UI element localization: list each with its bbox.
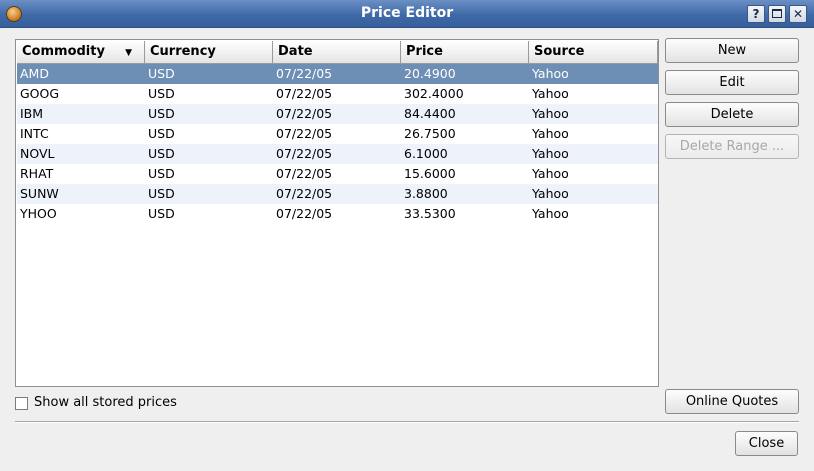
price-table[interactable]: Commodity ▼ Currency Date Price Source A… <box>15 39 659 387</box>
table-row[interactable]: RHAT USD 07/22/05 15.6000 Yahoo <box>17 164 658 184</box>
table-body: AMD USD 07/22/05 20.4900 Yahoo GOOG USD … <box>17 64 658 224</box>
edit-button[interactable]: Edit <box>665 70 799 95</box>
cell-date: 07/22/05 <box>276 66 333 81</box>
cell-price: 3.8800 <box>404 186 448 201</box>
cell-source: Yahoo <box>532 106 569 121</box>
price-editor-window: Price Editor ? ✕ Commodity ▼ Currency Da… <box>0 0 814 471</box>
delete-button[interactable]: Delete <box>665 102 799 127</box>
cell-price: 6.1000 <box>404 146 448 161</box>
table-header: Commodity ▼ Currency Date Price Source <box>17 41 658 64</box>
maximize-button[interactable] <box>768 5 786 23</box>
cell-source: Yahoo <box>532 166 569 181</box>
close-button[interactable]: Close <box>735 431 798 456</box>
cell-commodity: INTC <box>20 126 49 141</box>
cell-date: 07/22/05 <box>276 86 333 101</box>
column-header-date[interactable]: Date <box>273 41 401 64</box>
cell-currency: USD <box>148 166 175 181</box>
table-row[interactable]: IBM USD 07/22/05 84.4400 Yahoo <box>17 104 658 124</box>
cell-date: 07/22/05 <box>276 146 333 161</box>
table-row[interactable]: GOOG USD 07/22/05 302.4000 Yahoo <box>17 84 658 104</box>
delete-range-button[interactable]: Delete Range ... <box>665 134 799 159</box>
cell-price: 33.5300 <box>404 206 456 221</box>
cell-currency: USD <box>148 66 175 81</box>
cell-currency: USD <box>148 206 175 221</box>
show-all-prices-label[interactable]: Show all stored prices <box>34 395 177 410</box>
cell-commodity: RHAT <box>20 166 54 181</box>
cell-commodity: GOOG <box>20 86 60 101</box>
cell-date: 07/22/05 <box>276 186 333 201</box>
help-button[interactable]: ? <box>747 5 765 23</box>
column-header-price[interactable]: Price <box>401 41 529 64</box>
cell-commodity: YHOO <box>20 206 57 221</box>
cell-source: Yahoo <box>532 206 569 221</box>
sort-descending-icon: ▼ <box>125 48 132 58</box>
table-row[interactable]: INTC USD 07/22/05 26.7500 Yahoo <box>17 124 658 144</box>
column-header-currency[interactable]: Currency <box>145 41 273 64</box>
column-header-commodity[interactable]: Commodity ▼ <box>17 41 145 64</box>
cell-source: Yahoo <box>532 126 569 141</box>
cell-date: 07/22/05 <box>276 166 333 181</box>
online-quotes-button[interactable]: Online Quotes <box>665 389 799 414</box>
cell-source: Yahoo <box>532 146 569 161</box>
cell-currency: USD <box>148 106 175 121</box>
cell-price: 20.4900 <box>404 66 456 81</box>
table-row[interactable]: NOVL USD 07/22/05 6.1000 Yahoo <box>17 144 658 164</box>
table-row[interactable]: YHOO USD 07/22/05 33.5300 Yahoo <box>17 204 658 224</box>
cell-currency: USD <box>148 126 175 141</box>
separator <box>15 421 799 423</box>
cell-price: 302.4000 <box>404 86 464 101</box>
cell-currency: USD <box>148 186 175 201</box>
cell-date: 07/22/05 <box>276 126 333 141</box>
cell-source: Yahoo <box>532 186 569 201</box>
table-row[interactable]: SUNW USD 07/22/05 3.8800 Yahoo <box>17 184 658 204</box>
show-all-prices-checkbox[interactable] <box>15 397 28 410</box>
cell-source: Yahoo <box>532 86 569 101</box>
cell-commodity: NOVL <box>20 146 55 161</box>
title-bar[interactable]: Price Editor ? ✕ <box>0 0 814 28</box>
column-header-label: Commodity <box>22 44 105 59</box>
column-header-source[interactable]: Source <box>529 41 658 64</box>
cell-date: 07/22/05 <box>276 206 333 221</box>
cell-price: 15.6000 <box>404 166 456 181</box>
cell-date: 07/22/05 <box>276 106 333 121</box>
cell-commodity: SUNW <box>20 186 59 201</box>
window-title: Price Editor <box>360 5 454 21</box>
cell-price: 26.7500 <box>404 126 456 141</box>
maximize-icon <box>772 9 782 18</box>
cell-commodity: IBM <box>20 106 44 121</box>
cell-source: Yahoo <box>532 66 569 81</box>
table-row[interactable]: AMD USD 07/22/05 20.4900 Yahoo <box>17 64 658 84</box>
cell-price: 84.4400 <box>404 106 456 121</box>
new-button[interactable]: New <box>665 38 799 63</box>
cell-currency: USD <box>148 86 175 101</box>
cell-currency: USD <box>148 146 175 161</box>
close-window-button[interactable]: ✕ <box>789 5 807 23</box>
cell-commodity: AMD <box>20 66 49 81</box>
